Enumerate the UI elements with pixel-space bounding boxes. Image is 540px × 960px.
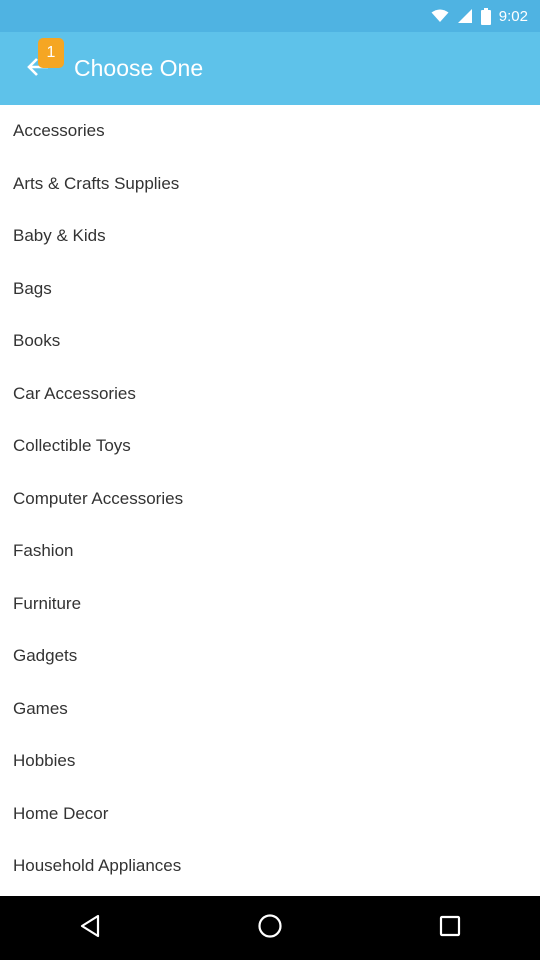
cell-signal-icon (457, 8, 473, 24)
list-item[interactable]: Car Accessories (0, 368, 540, 421)
list-item[interactable]: Books (0, 315, 540, 368)
status-bar: 9:02 (0, 0, 540, 32)
list-item[interactable]: Computer Accessories (0, 473, 540, 526)
list-item[interactable]: Fashion (0, 525, 540, 578)
list-item[interactable]: Bags (0, 263, 540, 316)
nav-back-icon (79, 914, 101, 943)
nav-recents-button[interactable] (420, 904, 480, 952)
status-time: 9:02 (498, 7, 528, 25)
list-item[interactable]: Household Appliances (0, 840, 540, 893)
list-item[interactable]: Hobbies (0, 735, 540, 788)
navigation-bar (0, 896, 540, 960)
nav-back-button[interactable] (60, 904, 120, 952)
list-item[interactable]: Baby & Kids (0, 210, 540, 263)
page-title: Choose One (74, 55, 204, 81)
notification-badge: 1 (38, 38, 64, 68)
list-item[interactable]: Accessories (0, 105, 540, 158)
nav-home-button[interactable] (240, 904, 300, 952)
nav-home-icon (257, 913, 283, 944)
nav-recents-icon (439, 915, 461, 942)
app-bar: 1 Choose One (0, 32, 540, 105)
list-item[interactable]: Furniture (0, 578, 540, 631)
list-item[interactable]: Games (0, 683, 540, 736)
wifi-icon (431, 9, 449, 23)
category-list: Accessories Arts & Crafts Supplies Baby … (0, 105, 540, 896)
status-icons: 9:02 (431, 7, 528, 25)
list-item[interactable]: Collectible Toys (0, 420, 540, 473)
list-item[interactable]: Arts & Crafts Supplies (0, 158, 540, 211)
battery-icon (480, 7, 491, 25)
list-item[interactable]: Home Decor (0, 788, 540, 841)
list-item[interactable]: Gadgets (0, 630, 540, 683)
